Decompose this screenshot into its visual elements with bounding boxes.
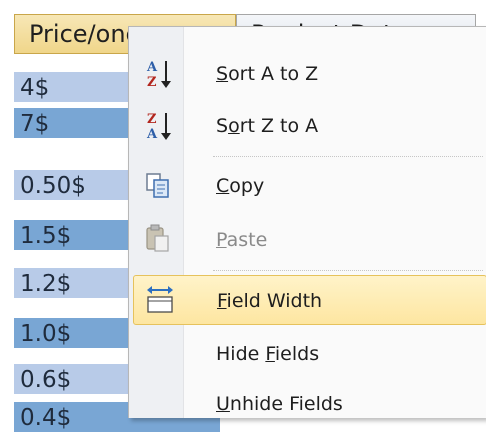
menu-item-sort-a-to-z[interactable]: A Z Sort A to Z <box>133 49 486 99</box>
menu-item-label: Unhide Fields <box>216 393 343 415</box>
svg-text:A: A <box>146 60 158 75</box>
menu-item-hide-fields[interactable]: Hide Fields <box>133 329 486 379</box>
paste-icon <box>141 215 177 265</box>
menu-item-field-width[interactable]: Field Width <box>133 275 486 325</box>
menu-item-label: Hide Fields <box>216 343 320 365</box>
menu-item-label: Copy <box>216 175 265 197</box>
svg-text:Z: Z <box>147 75 157 90</box>
menu-item-paste[interactable]: Paste <box>133 215 486 265</box>
menu-item-label: Paste <box>216 229 268 251</box>
sort-ascending-icon: A Z <box>141 49 177 99</box>
svg-text:A: A <box>146 127 158 142</box>
menu-separator <box>213 156 483 157</box>
svg-text:Z: Z <box>147 112 157 127</box>
menu-item-label: Sort Z to A <box>216 115 319 137</box>
sort-descending-icon: Z A <box>141 101 177 151</box>
context-menu: A Z Sort A to Z Z A Sort Z to A Copy Pas… <box>128 26 486 418</box>
menu-item-sort-z-to-a[interactable]: Z A Sort Z to A <box>133 101 486 151</box>
copy-icon <box>141 161 177 211</box>
menu-item-label: Field Width <box>217 290 323 312</box>
menu-separator <box>213 270 483 271</box>
field-width-icon <box>142 276 178 326</box>
menu-item-unhide-fields[interactable]: Unhide Fields <box>133 379 486 429</box>
menu-item-label: Sort A to Z <box>216 63 319 85</box>
column-header-price-label: Price/one <box>29 20 141 48</box>
menu-item-copy[interactable]: Copy <box>133 161 486 211</box>
